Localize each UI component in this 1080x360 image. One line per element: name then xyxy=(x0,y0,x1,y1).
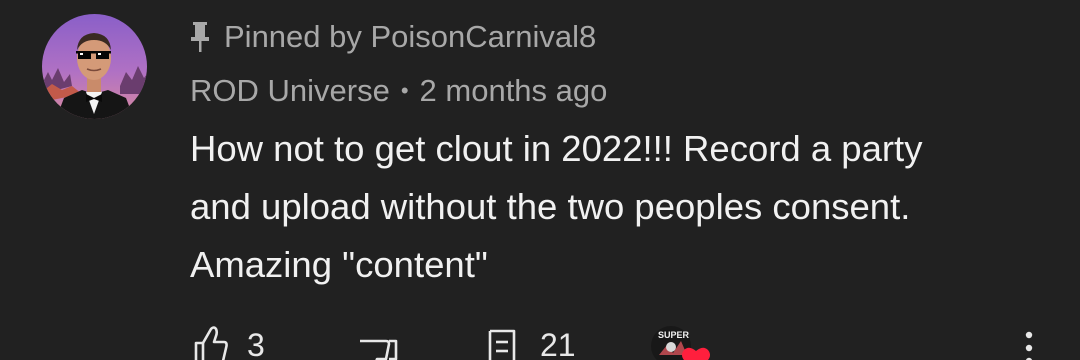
dislike-button[interactable] xyxy=(358,339,398,360)
comment-timestamp[interactable]: 2 months ago xyxy=(420,73,608,109)
comment-line: Amazing "content" xyxy=(190,244,488,285)
author-avatar[interactable] xyxy=(42,14,147,119)
pinned-text: Pinned by PoisonCarnival8 xyxy=(224,19,597,54)
comment-line: and upload without the two peoples conse… xyxy=(190,186,911,227)
comment-text: How not to get clout in 2022!!! Record a… xyxy=(190,120,1050,294)
creator-badge-text: SUPER xyxy=(658,330,690,340)
comment-line: How not to get clout in 2022!!! Record a… xyxy=(190,128,923,169)
thumbs-down-icon xyxy=(358,339,398,360)
reply-icon xyxy=(488,325,518,360)
reply-button[interactable]: 21 xyxy=(488,325,576,360)
more-options-button[interactable] xyxy=(1024,331,1034,360)
pin-icon xyxy=(188,20,212,54)
reply-count: 21 xyxy=(540,327,576,360)
avatar-image xyxy=(42,14,147,119)
more-vert-icon xyxy=(1024,331,1034,360)
comment-actions: 3 21 SUPER xyxy=(0,325,1080,360)
pinned-comment: Pinned by PoisonCarnival8 ROD Universe •… xyxy=(0,0,1080,360)
pinned-label: Pinned by PoisonCarnival8 xyxy=(188,17,596,57)
author-name[interactable]: ROD Universe xyxy=(190,73,390,109)
thumbs-up-icon xyxy=(193,325,229,360)
creator-heart-badge: SUPER xyxy=(651,325,710,360)
like-button[interactable]: 3 xyxy=(193,325,265,360)
comment-meta: ROD Universe • 2 months ago xyxy=(190,70,607,112)
heart-icon xyxy=(681,345,711,360)
meta-separator: • xyxy=(400,78,409,103)
like-count: 3 xyxy=(247,327,265,360)
